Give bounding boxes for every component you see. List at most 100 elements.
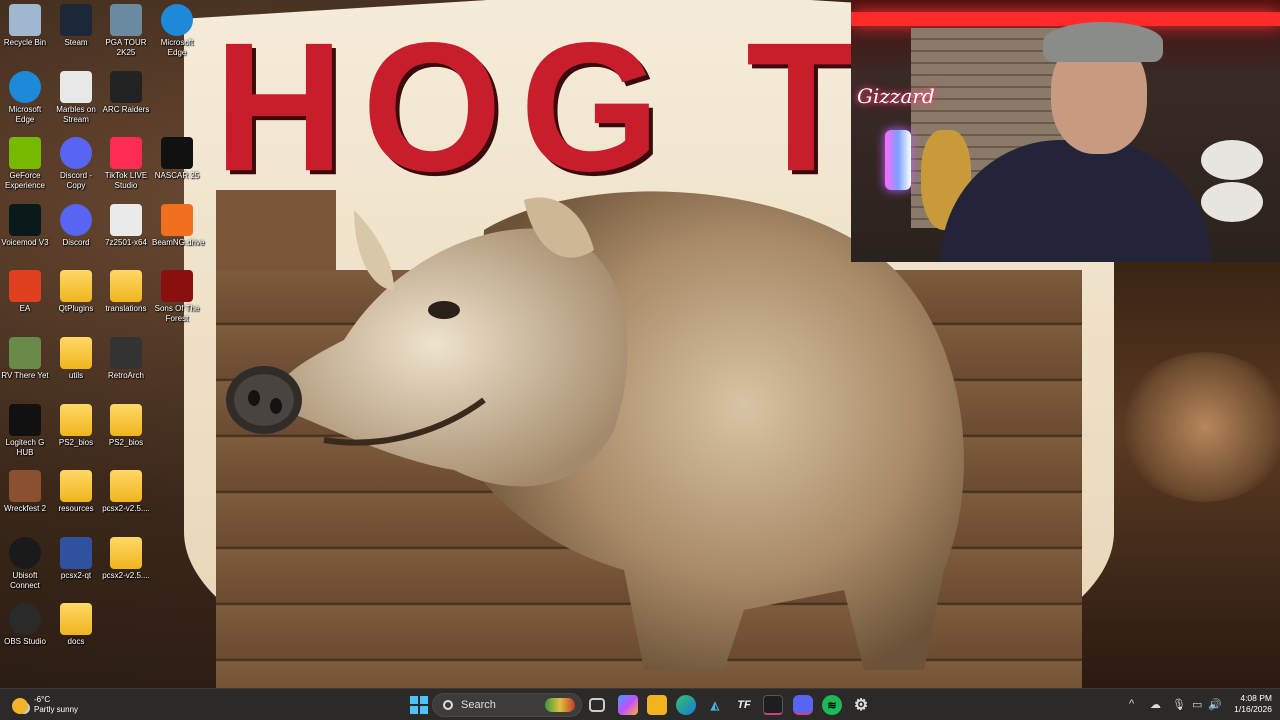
desktop-icon-label: ARC Raiders [102, 104, 150, 114]
desktop-icon-docs[interactable]: docs [51, 603, 101, 647]
recycle-bin-icon [9, 4, 41, 36]
desktop-icon-steam[interactable]: Steam [51, 4, 101, 48]
desktop-icon-pcsx2-v2-5[interactable]: pcsx2-v2.5.... [101, 536, 151, 581]
edge-taskbar-icon[interactable] [676, 695, 696, 715]
weather-temp: -6°C [34, 695, 51, 704]
taskbar-search[interactable]: Search [432, 693, 582, 717]
desktop-icon-label: OBS Studio [4, 637, 46, 647]
desktop-icon-qtplugins[interactable]: QtPlugins [51, 270, 101, 314]
rv-there-yet-icon [9, 337, 41, 369]
clock-time: 4:08 PM [1240, 693, 1272, 703]
desktop-icon-geforce-experience[interactable]: GeForce Experience [0, 137, 50, 191]
start-button[interactable] [409, 695, 429, 715]
app-tf-icon[interactable]: TF [734, 695, 754, 715]
desktop-icon-label: GeForce Experience [4, 171, 46, 191]
desktop-icon-discord[interactable]: Discord [51, 203, 101, 248]
webcam-overlay: Gizzard [851, 0, 1280, 262]
speaker-icon[interactable]: 🔊 [1208, 698, 1222, 711]
folder-icon [60, 337, 92, 369]
football-shelf-item [1201, 140, 1263, 180]
file-explorer-icon[interactable] [647, 695, 667, 715]
desktop-icon-recycle-bin[interactable]: Recycle Bin [0, 4, 50, 48]
desktop-icon-ps2-bios[interactable]: PS2_bios [51, 403, 101, 448]
microphone [885, 130, 911, 190]
folder-icon [110, 536, 142, 569]
app-shark-icon[interactable]: ◭ [705, 695, 725, 715]
desktop-icon-label: EA [19, 304, 31, 314]
weather-condition: Partly sunny [34, 705, 79, 714]
obs-taskbar-icon[interactable] [763, 695, 783, 715]
desktop-icon-retroarch[interactable]: RetroArch [101, 337, 151, 381]
desktop-icon-logitech-g-hub[interactable]: Logitech G HUB [0, 403, 50, 458]
desktop-icon-ps2-bios[interactable]: PS2_bios [101, 403, 151, 448]
desktop-icon-utils[interactable]: utils [51, 337, 101, 381]
desktop-icon-label: Voicemod V3 [1, 237, 49, 247]
clock-date: 1/16/2026 [1234, 704, 1272, 714]
desktop-icon-obs-studio[interactable]: OBS Studio [0, 603, 50, 647]
desktop-icon-pcsx2-v2-5[interactable]: pcsx2-v2.5.... [101, 470, 151, 514]
ubisoft-icon [9, 536, 41, 569]
desktop-icon-ubisoft-connect[interactable]: Ubisoft Connect [0, 536, 50, 591]
desktop-icon-resources[interactable]: resources [51, 470, 101, 514]
logitech-icon [9, 403, 41, 436]
monitor-tray-icon[interactable]: ▭ [1192, 698, 1202, 711]
discord-taskbar-icon[interactable] [793, 695, 813, 715]
edge-icon [9, 70, 41, 103]
sons-forest-icon [161, 270, 193, 303]
desktop-icon-label: Microsoft Edge [160, 38, 194, 57]
folder-icon [110, 470, 142, 503]
windows-logo-icon [410, 696, 428, 714]
desktop-icon-label: pcsx2-qt [60, 570, 92, 580]
desktop-icon-beamng-drive[interactable]: BeamNG.drive [152, 203, 205, 248]
desktop-icon-label: BeamNG.drive [152, 237, 205, 247]
retroarch-icon [110, 337, 142, 369]
cloud-icon[interactable]: ☁ [1150, 698, 1161, 711]
desktop-icon-label: Logitech G HUB [5, 437, 45, 457]
desktop-icon-label: Sons Of The Forest [154, 304, 200, 324]
desktop-icon-label: Discord - Copy [59, 171, 92, 191]
desktop-icon-pga-tour-2k25[interactable]: PGA TOUR 2K25 [101, 4, 151, 58]
voicemod-icon [9, 203, 41, 236]
7zip-icon [110, 203, 142, 236]
desktop-icon-marbles-on-stream[interactable]: Marbles on Stream [51, 70, 101, 125]
desktop-icon-label: resources [58, 504, 94, 514]
edge-icon [161, 4, 193, 36]
desktop-icon-microsoft-edge[interactable]: Microsoft Edge [152, 4, 202, 58]
desktop-icon-label: pcsx2-v2.5.... [102, 504, 150, 514]
arc-raiders-icon [110, 70, 142, 103]
desktop-icon-rv-there-yet[interactable]: RV There Yet [0, 337, 50, 381]
system-clock[interactable]: 4:08 PM 1/16/2026 [1226, 693, 1272, 715]
folder-icon [60, 470, 92, 503]
desktop-icon-tiktok-live-studio[interactable]: TikTok LIVE Studio [101, 137, 151, 191]
nascar-icon [161, 137, 193, 170]
streamer-cap [1043, 22, 1163, 62]
desktop-icon-discord-copy[interactable]: Discord - Copy [51, 137, 101, 191]
desktop-icon-label: 7z2501-x64 [105, 237, 147, 247]
task-view-icon[interactable] [589, 698, 605, 712]
desktop-icon-pcsx2-qt[interactable]: pcsx2-qt [51, 536, 101, 581]
steam-icon [60, 4, 92, 36]
desktop-icon-voicemod-v3[interactable]: Voicemod V3 [0, 203, 50, 248]
desktop-icon-wreckfest-2[interactable]: Wreckfest 2 [0, 470, 50, 514]
obs-icon [9, 603, 41, 636]
desktop-icon-label: pcsx2-v2.5.... [102, 570, 150, 580]
spotify-icon[interactable]: ≋ [822, 695, 842, 715]
desktop-icon-label: PS2_bios [58, 437, 94, 447]
neon-sign: Gizzard [857, 84, 935, 108]
desktop-icon-sons-of-the-forest[interactable]: Sons Of The Forest [152, 270, 202, 324]
chevron-up-icon[interactable]: ^ [1129, 698, 1134, 710]
desktop-icon-7z2501-x64[interactable]: 7z2501-x64 [101, 203, 151, 248]
desktop-icon-ea[interactable]: EA [0, 270, 50, 314]
desktop-icon-label: RetroArch [107, 371, 144, 380]
tiktok-icon [110, 137, 142, 170]
copilot-icon[interactable] [618, 695, 638, 715]
settings-gear-icon[interactable]: ⚙ [851, 695, 871, 715]
microphone-tray-icon[interactable]: 🎙 [1172, 698, 1186, 711]
desktop-icon-translations[interactable]: translations [101, 270, 151, 314]
desktop-icon-microsoft-edge[interactable]: Microsoft Edge [0, 70, 50, 125]
geforce-icon [9, 137, 41, 170]
desktop-icon-label: Microsoft Edge [8, 104, 42, 124]
desktop-icon-arc-raiders[interactable]: ARC Raiders [101, 70, 151, 115]
desktop-icon-nascar-25[interactable]: NASCAR 25 [152, 137, 202, 181]
pcsx2-icon [60, 536, 92, 569]
